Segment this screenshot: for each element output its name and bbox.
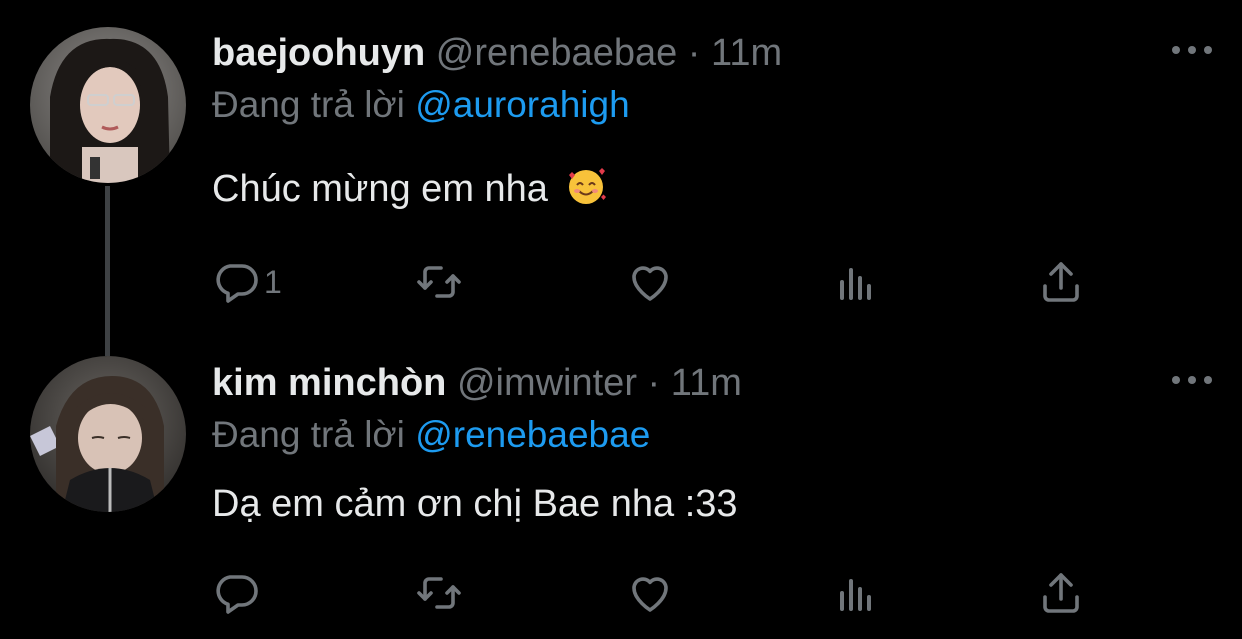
avatar[interactable] — [30, 356, 186, 512]
tweet-actions: 1 — [212, 257, 1112, 307]
replying-to: Đang trả lời @aurorahigh — [212, 82, 630, 128]
views-button[interactable] — [832, 257, 880, 307]
tweet-text-content: Chúc mừng em nha — [212, 168, 548, 210]
avatar[interactable] — [30, 27, 186, 183]
retweet-button[interactable] — [415, 568, 463, 618]
share-button[interactable] — [1037, 257, 1085, 307]
replying-to: Đang trả lời @renebaebae — [212, 412, 650, 458]
display-name[interactable]: baejoohuyn — [212, 32, 425, 74]
display-name[interactable]: kim minchòn — [212, 362, 446, 404]
more-icon[interactable] — [1172, 370, 1212, 390]
views-icon — [840, 268, 871, 300]
reply-button[interactable] — [212, 568, 264, 618]
tweet[interactable]: kim minchòn @imwinter · 11m Đang trả lời… — [0, 330, 1242, 639]
smiling-face-with-hearts-icon — [568, 168, 606, 204]
timestamp[interactable]: 11m — [711, 32, 782, 74]
like-icon — [632, 577, 668, 612]
tweet[interactable]: baejoohuyn @renebaebae · 11m Đang trả lờ… — [0, 0, 1242, 330]
like-button[interactable] — [626, 568, 674, 618]
reply-mention-link[interactable]: @aurorahigh — [415, 84, 629, 125]
reply-icon — [216, 575, 258, 614]
share-button[interactable] — [1037, 568, 1085, 618]
tweet-text: Chúc mừng em nha — [212, 165, 607, 212]
tweet-text: Dạ em cảm ơn chị Bae nha :33 — [212, 481, 738, 527]
separator-dot: · — [647, 362, 661, 404]
replying-to-label: Đang trả lời — [212, 414, 405, 455]
tweet-actions — [212, 568, 1112, 618]
reply-mention-link[interactable]: @renebaebae — [415, 414, 650, 455]
separator-dot: · — [687, 32, 701, 74]
views-button[interactable] — [832, 568, 880, 618]
retweet-icon — [417, 577, 461, 609]
retweet-icon — [417, 266, 461, 298]
like-button[interactable] — [626, 257, 674, 307]
views-icon — [840, 579, 871, 611]
tweet-text-content: Dạ em cảm ơn chị Bae nha :33 — [212, 483, 738, 525]
tweet-header: kim minchòn @imwinter · 11m — [212, 360, 742, 406]
reply-button[interactable]: 1 — [212, 257, 282, 307]
tweet-header: baejoohuyn @renebaebae · 11m — [212, 30, 782, 76]
replying-to-label: Đang trả lời — [212, 84, 405, 125]
share-icon — [1043, 573, 1079, 613]
share-icon — [1043, 262, 1079, 302]
timestamp[interactable]: 11m — [671, 362, 742, 404]
user-handle[interactable]: @imwinter — [457, 362, 637, 404]
user-handle[interactable]: @renebaebae — [436, 32, 677, 74]
like-icon — [632, 266, 668, 301]
reply-count: 1 — [264, 263, 282, 300]
reply-icon — [216, 264, 258, 303]
retweet-button[interactable] — [415, 257, 463, 307]
more-icon[interactable] — [1172, 40, 1212, 60]
